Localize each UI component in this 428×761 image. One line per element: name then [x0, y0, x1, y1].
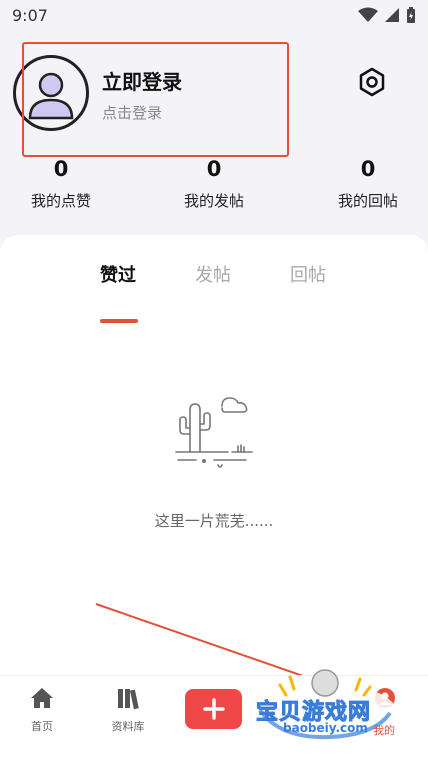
tab-bar: 赞过 发帖 回帖: [0, 261, 428, 323]
stat-posts[interactable]: 0 我的发帖: [159, 154, 269, 211]
tab-active-indicator: [100, 319, 138, 323]
nav-home[interactable]: 首页: [7, 686, 77, 734]
nav-home-label: 首页: [31, 720, 53, 733]
stat-likes[interactable]: 0 我的点赞: [6, 154, 116, 211]
status-bar: 9:07: [0, 0, 428, 30]
stat-replies[interactable]: 0 我的回帖: [313, 154, 423, 211]
empty-cactus-illustration: [175, 397, 253, 468]
add-post-button[interactable]: [185, 689, 242, 729]
content-card: 赞过 发帖 回帖 这里一片荒芜......: [0, 235, 428, 675]
stat-likes-value: 0: [53, 157, 69, 181]
stats-row: 0 我的点赞 0 我的发帖 0 我的回帖: [0, 154, 428, 224]
status-time: 9:07: [12, 5, 48, 25]
nav-mine-label[interactable]: 我的: [373, 722, 395, 738]
stat-posts-label: 我的发帖: [183, 192, 244, 210]
plus-icon: [202, 698, 225, 720]
status-icons: [358, 6, 416, 24]
wifi-icon: [358, 7, 378, 22]
empty-state-text: 这里一片荒芜......: [154, 512, 274, 530]
gear-icon: [359, 67, 385, 97]
battery-icon: [407, 6, 415, 23]
tab-replies[interactable]: 回帖: [290, 261, 326, 287]
books-icon: [118, 689, 139, 710]
nav-library[interactable]: 资料库: [93, 686, 163, 734]
profile-header: 立即登录 点击登录: [0, 40, 428, 160]
stat-replies-value: 0: [360, 157, 376, 181]
signal-icon: [385, 8, 399, 22]
home-icon: [31, 688, 53, 708]
tab-liked[interactable]: 赞过: [100, 261, 136, 287]
settings-button[interactable]: [356, 66, 388, 98]
login-title[interactable]: 立即登录: [102, 66, 182, 95]
login-subtitle[interactable]: 点击登录: [102, 102, 162, 123]
user-nav-icon: [375, 688, 395, 708]
nav-library-label: 资料库: [111, 720, 145, 733]
watermark-url: baobeiy.com: [283, 721, 368, 735]
stat-posts-value: 0: [206, 157, 222, 181]
stat-likes-label: 我的点赞: [30, 192, 91, 210]
tab-posts[interactable]: 发帖: [195, 261, 231, 287]
login-highlight-box[interactable]: [22, 42, 289, 157]
stat-replies-label: 我的回帖: [337, 192, 398, 210]
